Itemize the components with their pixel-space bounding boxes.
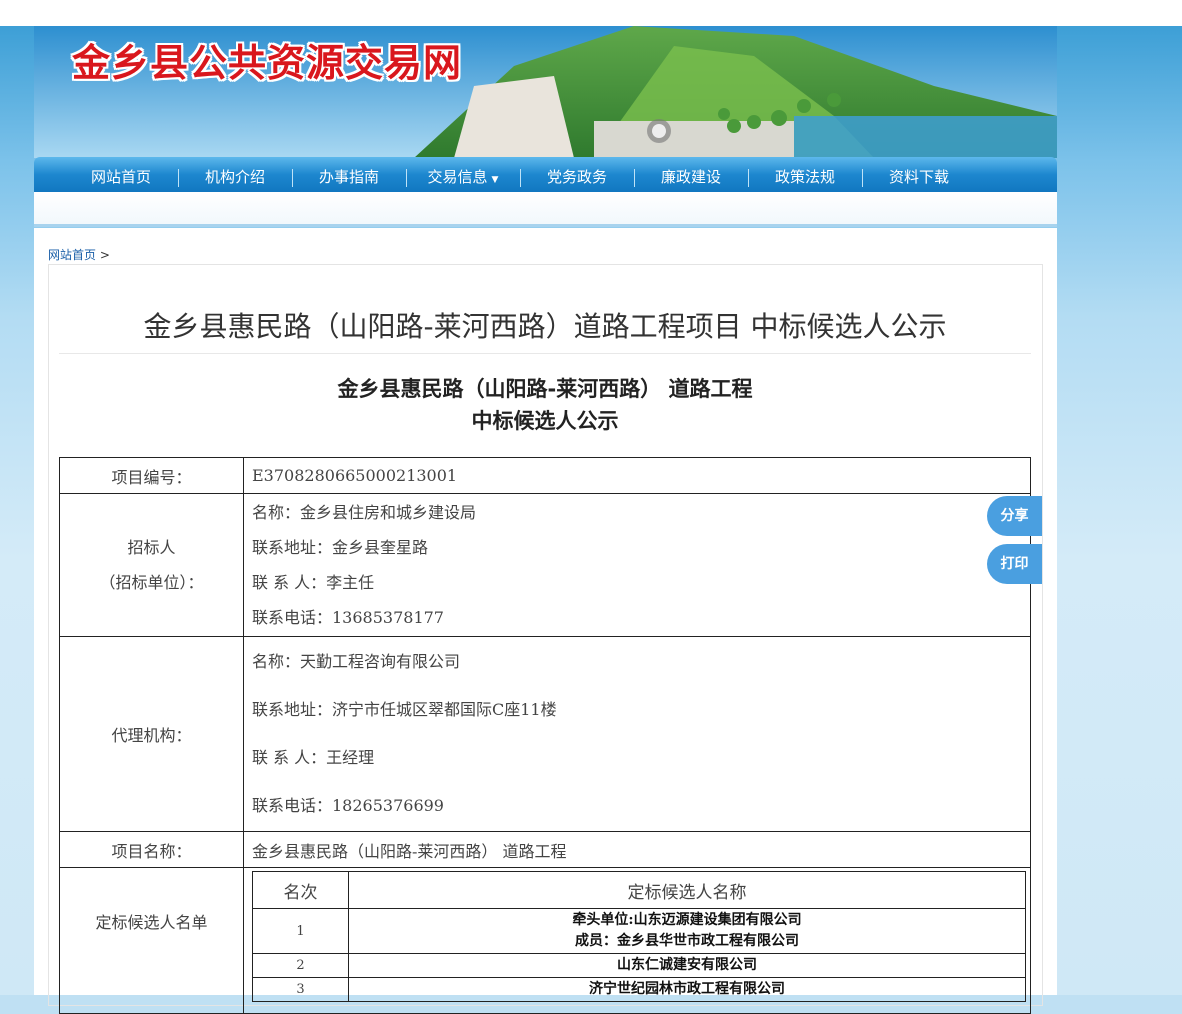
notice-table: 项目编号： E3708280665000213001 招标人 （招标单位）： 名… xyxy=(59,457,1031,1014)
candidate-lead: 牵头单位:山东迈源建设集团有限公司 xyxy=(572,912,802,928)
candidates-table: 名次 定标候选人名称 1 牵头单位:山东迈源建设集团有限公司 成员：金乡县华世市… xyxy=(252,871,1026,1002)
nav-label: 党务政务 xyxy=(546,168,607,186)
tenderer-name: 名称：金乡县住房和城乡建设局 xyxy=(252,503,477,522)
candidates-label: 定标候选人名单 xyxy=(59,867,244,1014)
nav-item-downloads[interactable]: 资料下载 xyxy=(862,157,976,192)
article-subtitle: 金乡县惠民路（山阳路-莱河西路） 道路工程 中标候选人公示 xyxy=(59,373,1031,437)
table-row: 2 山东仁诚建安有限公司 xyxy=(252,953,1026,978)
sub-bar xyxy=(34,192,1057,227)
table-row: 代理机构： 名称：天勤工程咨询有限公司 联系地址：济宁市任城区翠都国际C座11楼… xyxy=(59,636,1031,832)
candidate-member: 成员：金乡县华世市政工程有限公司 xyxy=(575,933,799,949)
table-row: 1 牵头单位:山东迈源建设集团有限公司 成员：金乡县华世市政工程有限公司 xyxy=(252,908,1026,954)
candidate-rank: 1 xyxy=(252,908,349,954)
project-no-label: 项目编号： xyxy=(59,457,244,494)
project-name-value: 金乡县惠民路（山阳路-莱河西路） 道路工程 xyxy=(243,831,1031,868)
tenderer-address: 联系地址：金乡县奎星路 xyxy=(252,538,429,557)
site-title: 金乡县公共资源交易网 xyxy=(72,40,463,85)
agency-value: 名称：天勤工程咨询有限公司 联系地址：济宁市任城区翠都国际C座11楼 联 系 人… xyxy=(243,636,1031,832)
main-nav: 网站首页 机构介绍 办事指南 交易信息 ▼ 党务政务 廉政建设 政策法规 资料下载 xyxy=(34,157,1057,192)
caret-down-icon: ▼ xyxy=(491,175,499,185)
nav-item-policy[interactable]: 政策法规 xyxy=(748,157,862,192)
nav-item-about[interactable]: 机构介绍 xyxy=(178,157,292,192)
breadcrumb-home-link[interactable]: 网站首页 xyxy=(48,248,96,262)
tenderer-contact: 联 系 人：李主任 xyxy=(252,573,375,592)
title-divider xyxy=(59,353,1031,354)
table-row: 3 济宁世纪园林市政工程有限公司 xyxy=(252,977,1026,1002)
nav-label: 机构介绍 xyxy=(204,168,265,186)
nav-label: 交易信息 xyxy=(427,168,488,186)
subtitle-line-1: 金乡县惠民路（山阳路-莱河西路） 道路工程 xyxy=(337,377,753,401)
nav-item-integrity[interactable]: 廉政建设 xyxy=(634,157,748,192)
table-row: 项目编号： E3708280665000213001 xyxy=(59,457,1031,494)
candidate-name: 牵头单位:山东迈源建设集团有限公司 成员：金乡县华世市政工程有限公司 xyxy=(348,908,1026,954)
nav-item-trade-info[interactable]: 交易信息 ▼ xyxy=(406,157,520,192)
nav-label: 资料下载 xyxy=(888,168,949,186)
tenderer-phone: 联系电话：13685378177 xyxy=(252,608,444,627)
nav-label: 网站首页 xyxy=(90,168,151,186)
candidate-rank: 3 xyxy=(252,977,349,1002)
nav-label: 廉政建设 xyxy=(660,168,721,186)
share-button[interactable]: 分享 xyxy=(987,496,1042,536)
table-row: 招标人 （招标单位）： 名称：金乡县住房和城乡建设局 联系地址：金乡县奎星路 联… xyxy=(59,493,1031,637)
table-row: 项目名称： 金乡县惠民路（山阳路-莱河西路） 道路工程 xyxy=(59,831,1031,868)
tenderer-label-line-1: 招标人 xyxy=(127,538,176,557)
candidate-name: 山东仁诚建安有限公司 xyxy=(348,953,1026,978)
print-button[interactable]: 打印 xyxy=(987,544,1042,584)
content-panel: 网站首页 > 金乡县惠民路（山阳路-莱河西路）道路工程项目 中标候选人公示 金乡… xyxy=(34,228,1057,1014)
project-no-value: E3708280665000213001 xyxy=(243,457,1031,494)
candidate-name: 济宁世纪园林市政工程有限公司 xyxy=(348,977,1026,1002)
tenderer-value: 名称：金乡县住房和城乡建设局 联系地址：金乡县奎星路 联 系 人：李主任 联系电… xyxy=(243,493,1031,637)
top-strip xyxy=(0,0,1182,26)
table-row: 名次 定标候选人名称 xyxy=(252,871,1026,909)
agency-phone: 联系电话：18265376699 xyxy=(252,796,444,815)
site-banner: 金乡县公共资源交易网 xyxy=(34,26,1057,158)
nav-label: 政策法规 xyxy=(774,168,835,186)
project-name-label: 项目名称： xyxy=(59,831,244,868)
nav-item-party[interactable]: 党务政务 xyxy=(520,157,634,192)
nav-label: 办事指南 xyxy=(318,168,379,186)
subtitle-line-2: 中标候选人公示 xyxy=(471,409,619,433)
nav-item-home[interactable]: 网站首页 xyxy=(64,157,178,192)
nav-item-guide[interactable]: 办事指南 xyxy=(292,157,406,192)
agency-contact: 联 系 人：王经理 xyxy=(252,748,375,767)
candidates-cell: 名次 定标候选人名称 1 牵头单位:山东迈源建设集团有限公司 成员：金乡县华世市… xyxy=(243,867,1031,1014)
agency-label: 代理机构： xyxy=(59,636,244,832)
article-title: 金乡县惠民路（山阳路-莱河西路）道路工程项目 中标候选人公示 xyxy=(143,310,947,343)
table-row: 定标候选人名单 名次 定标候选人名称 1 牵头单位:山东迈源建设集团有限公司 成… xyxy=(59,867,1031,1014)
agency-address: 联系地址：济宁市任城区翠都国际C座11楼 xyxy=(252,700,557,719)
tenderer-label: 招标人 （招标单位）： xyxy=(59,493,244,637)
breadcrumb: 网站首页 > xyxy=(48,246,110,263)
tenderer-label-line-2: （招标单位）： xyxy=(99,573,204,592)
col-name-header: 定标候选人名称 xyxy=(348,871,1026,909)
breadcrumb-separator: > xyxy=(99,248,110,262)
agency-name: 名称：天勤工程咨询有限公司 xyxy=(252,652,461,671)
col-rank-header: 名次 xyxy=(252,871,349,909)
candidate-rank: 2 xyxy=(252,953,349,978)
